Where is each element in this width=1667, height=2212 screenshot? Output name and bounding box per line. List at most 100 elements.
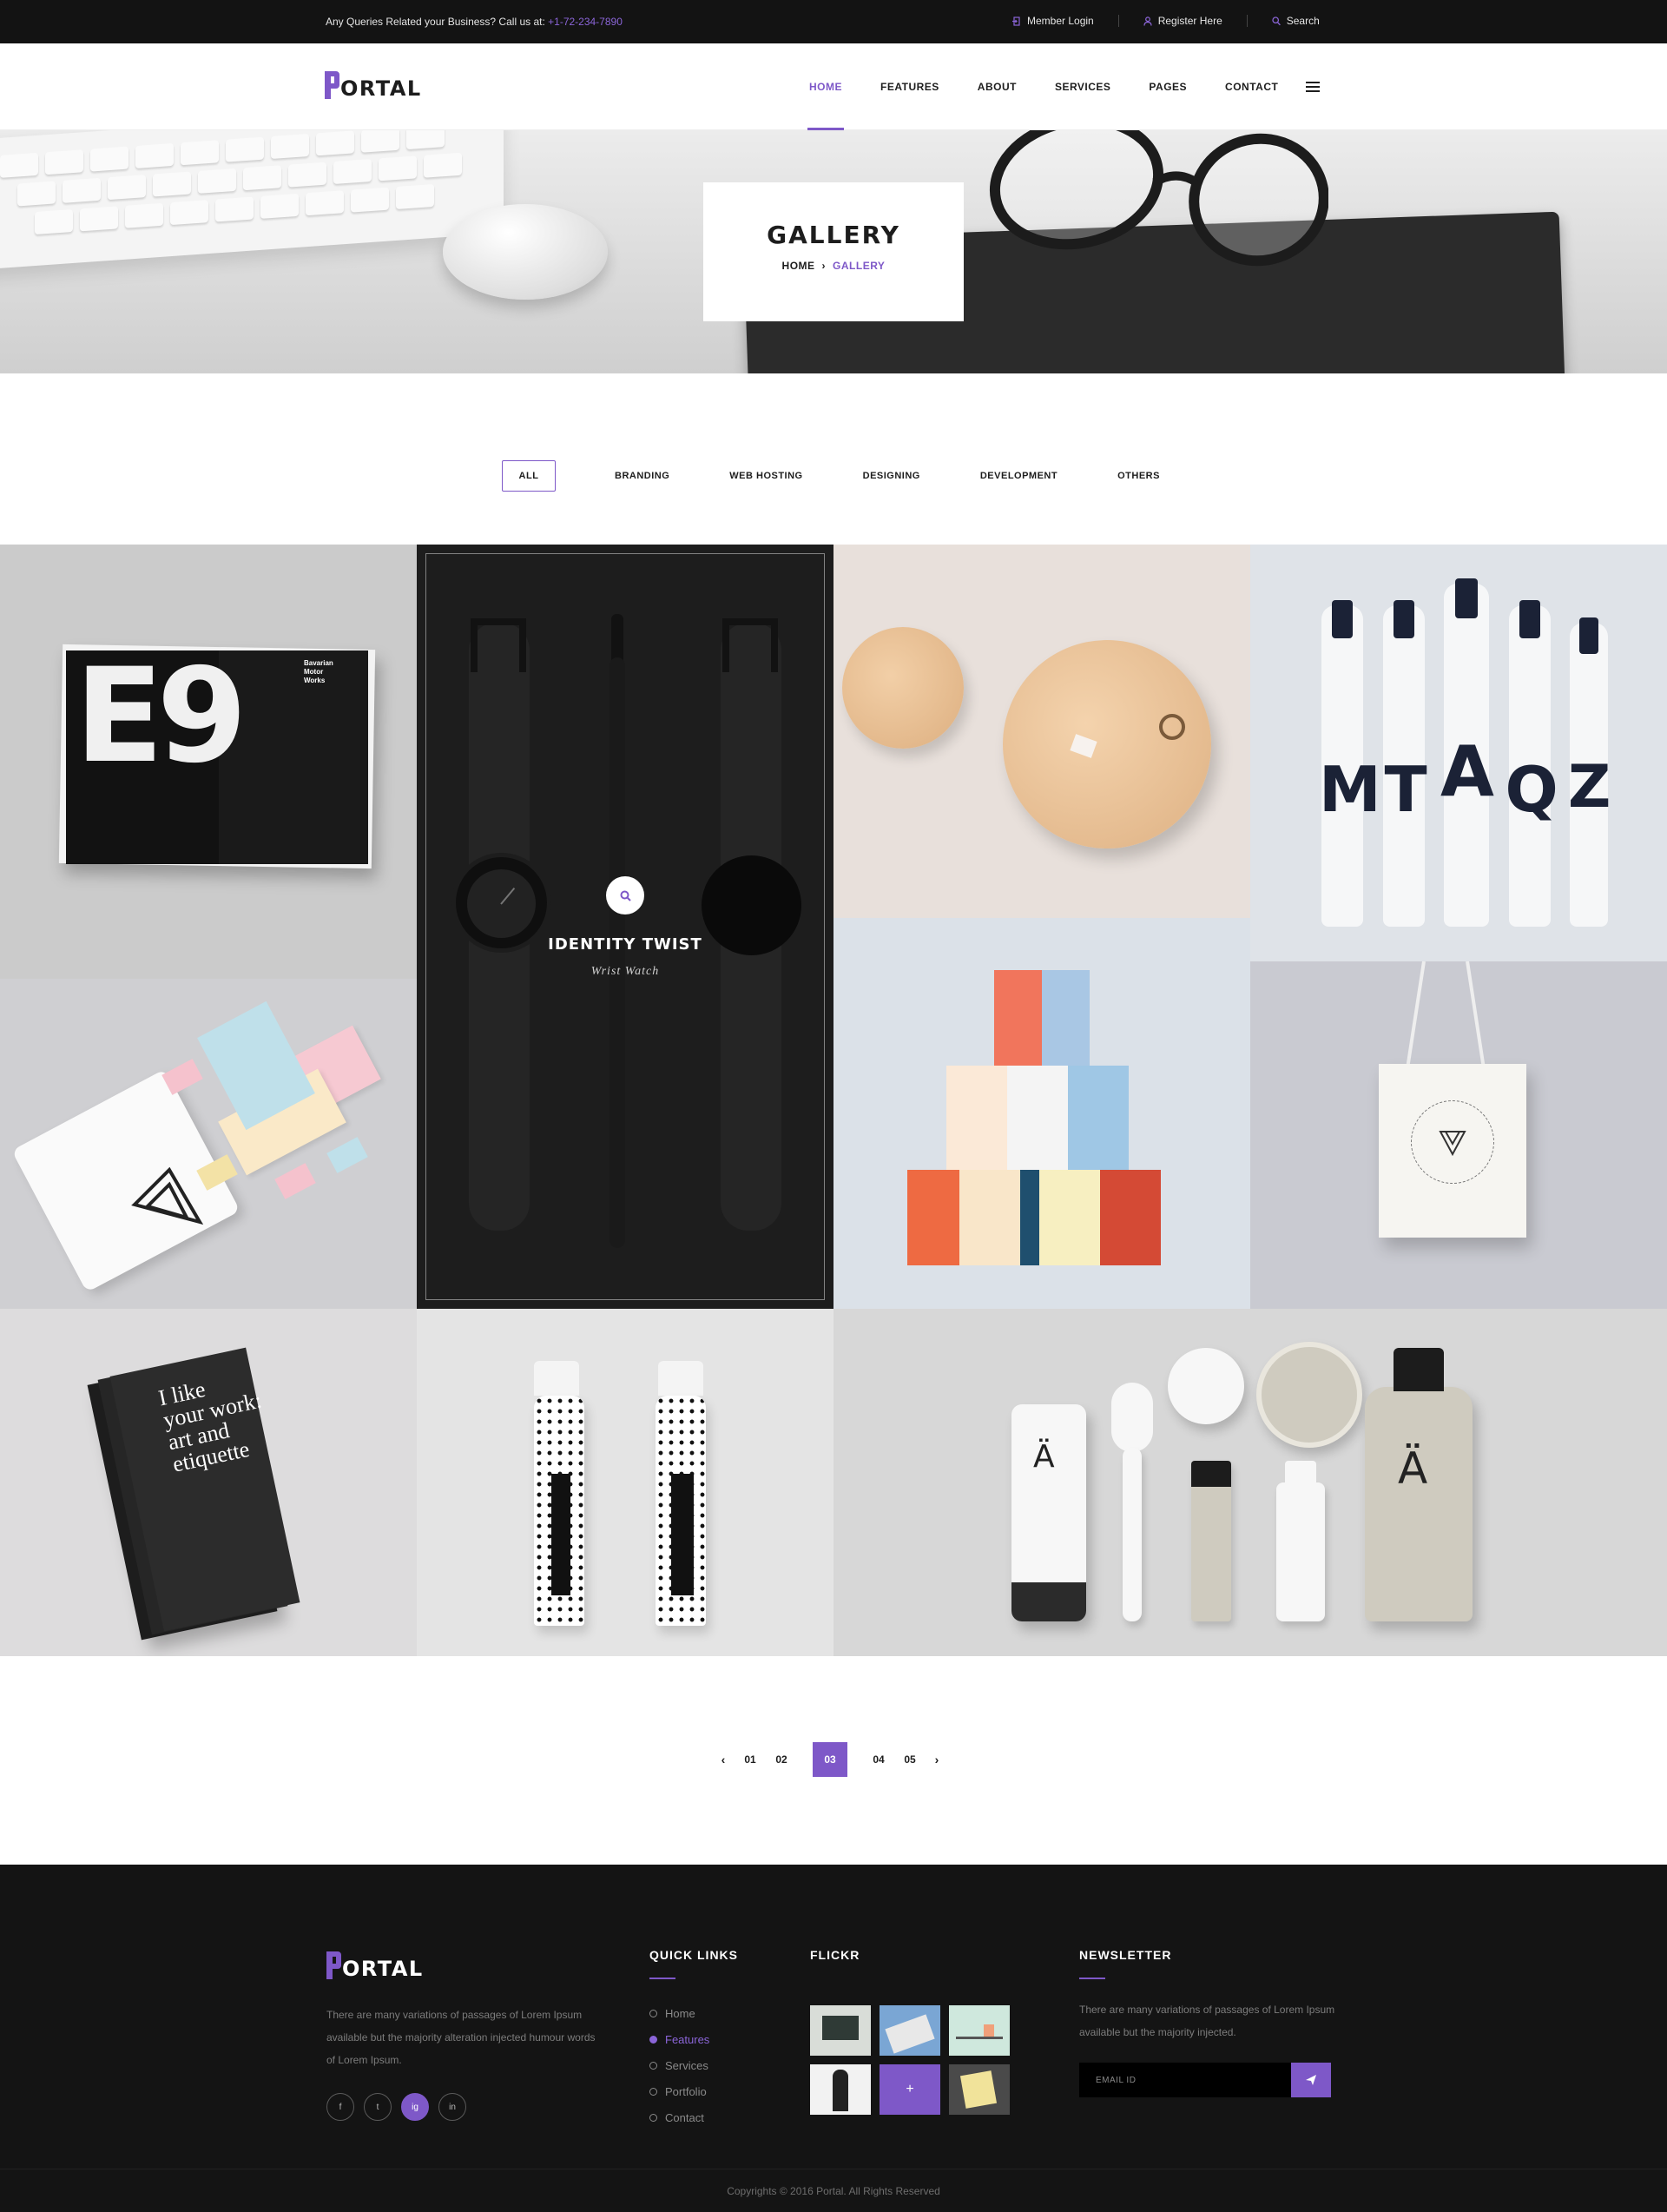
footer-about: There are many variations of passages of… xyxy=(326,2009,596,2066)
facebook-icon[interactable]: f xyxy=(326,2093,354,2121)
featured-title: IDENTITY TWIST xyxy=(548,935,702,954)
cosmetic-logo: Ä xyxy=(1033,1439,1055,1475)
title-underline xyxy=(649,1978,675,1979)
title-underline xyxy=(1079,1978,1105,1979)
main-nav: HOME FEATURES ABOUT SERVICES PAGES CONTA… xyxy=(790,43,1321,130)
filter-web-hosting[interactable]: WEB HOSTING xyxy=(729,460,802,492)
member-login-link[interactable]: Member Login xyxy=(1012,15,1094,27)
page-link-04[interactable]: 04 xyxy=(863,1742,894,1777)
search-link[interactable]: Search xyxy=(1272,15,1320,27)
bottles-row: M T A Q Z xyxy=(1319,578,1611,927)
book-side-text: Bavarian Motor Works xyxy=(304,659,333,684)
footer-link-home[interactable]: Home xyxy=(649,2000,709,2026)
gallery-item-brochures[interactable]: I like your work: art and etiquette xyxy=(0,1309,417,1656)
page-title: GALLERY xyxy=(767,221,900,249)
glasses-image xyxy=(989,130,1328,267)
instagram-icon[interactable]: ig xyxy=(401,2093,429,2121)
nav-contact[interactable]: CONTACT xyxy=(1206,43,1297,130)
newsletter-title: NEWSLETTER xyxy=(1079,1948,1172,1962)
breadcrumb: HOME › GALLERY xyxy=(703,260,964,272)
search-label: Search xyxy=(1286,15,1320,27)
twitter-icon[interactable]: t xyxy=(364,2093,392,2121)
hamburger-icon[interactable] xyxy=(1306,82,1321,92)
gallery-item-book[interactable]: E9 Bavarian Motor Works xyxy=(0,545,417,979)
top-links: Member Login Register Here Search xyxy=(1012,15,1320,27)
nav-services[interactable]: SERVICES xyxy=(1036,43,1130,130)
breadcrumb-current: GALLERY xyxy=(833,260,886,272)
mouse-image xyxy=(443,204,608,300)
flickr-thumb[interactable] xyxy=(880,2005,940,2056)
page-link-05[interactable]: 05 xyxy=(894,1742,926,1777)
flickr-thumb[interactable] xyxy=(810,2005,871,2056)
register-link[interactable]: Register Here xyxy=(1143,15,1222,27)
flickr-thumb[interactable] xyxy=(810,2064,871,2115)
filter-branding[interactable]: BRANDING xyxy=(615,460,669,492)
nav-features[interactable]: FEATURES xyxy=(861,43,959,130)
chevron-left-icon[interactable]: ‹ xyxy=(712,1753,735,1766)
logo-text: ORTAL xyxy=(340,76,422,101)
newsletter-form: EMAIL ID xyxy=(1079,2063,1331,2097)
nav-home[interactable]: HOME xyxy=(790,43,861,130)
logo[interactable]: ORTAL xyxy=(325,71,422,99)
filter-others[interactable]: OTHERS xyxy=(1117,460,1160,492)
paper-plane-icon[interactable] xyxy=(1291,2063,1331,2097)
footer-link-services[interactable]: Services xyxy=(649,2052,709,2078)
phone-link[interactable]: +1-72-234-7890 xyxy=(548,16,623,28)
filter-designing[interactable]: DESIGNING xyxy=(863,460,920,492)
logo-p-mark xyxy=(325,71,339,99)
social-links: f t ig in xyxy=(326,2093,466,2121)
query-text: Any Queries Related your Business? Call … xyxy=(326,16,545,28)
keyboard-image xyxy=(0,130,504,271)
footer-link-features[interactable]: Features xyxy=(649,2026,709,2052)
footer-link-portfolio[interactable]: Portfolio xyxy=(649,2078,709,2104)
divider xyxy=(1117,15,1119,27)
user-icon xyxy=(1143,16,1152,26)
page-link-03[interactable]: 03 xyxy=(813,1742,847,1777)
top-bar: Any Queries Related your Business? Call … xyxy=(0,0,1667,43)
search-icon[interactable] xyxy=(606,876,644,915)
chevron-right-icon[interactable]: › xyxy=(926,1753,948,1766)
featured-subtitle: Wrist Watch xyxy=(590,965,660,978)
site-footer: ORTAL There are many variations of passa… xyxy=(0,1865,1667,2212)
page-link-02[interactable]: 02 xyxy=(766,1742,797,1777)
nav-about[interactable]: ABOUT xyxy=(959,43,1036,130)
quick-links: Home Features Services Portfolio Contact xyxy=(649,2000,709,2130)
nav-pages[interactable]: PAGES xyxy=(1130,43,1206,130)
gallery-item-stationery[interactable] xyxy=(0,979,417,1309)
gallery-grid: E9 Bavarian Motor Works IDENTITY TWIST Wri… xyxy=(0,545,1667,1656)
flickr-thumb[interactable] xyxy=(949,2064,1010,2115)
footer-logo[interactable]: ORTAL xyxy=(326,1951,424,1979)
gallery-item-bottles[interactable]: M T A Q Z xyxy=(1250,545,1667,961)
filter-development[interactable]: DEVELOPMENT xyxy=(980,460,1058,492)
flickr-thumb[interactable] xyxy=(949,2005,1010,2056)
footer-logo-text: ORTAL xyxy=(342,1957,424,1981)
chevron-right-icon: › xyxy=(821,260,827,272)
linkedin-icon[interactable]: in xyxy=(438,2093,466,2121)
divider xyxy=(1246,15,1248,27)
site-header: ORTAL HOME FEATURES ABOUT SERVICES PAGES… xyxy=(0,43,1667,130)
cosmetic-logo: Ä xyxy=(1398,1443,1428,1494)
page-banner: GALLERY HOME › GALLERY xyxy=(0,130,1667,373)
gallery-item-cosmetics[interactable]: Ä Ä xyxy=(834,1309,1667,1656)
gallery-item-spotted-bottles[interactable] xyxy=(417,1309,834,1656)
gallery-item-tote[interactable] xyxy=(1250,961,1667,1309)
filter-all[interactable]: ALL xyxy=(502,460,556,492)
contact-query: Any Queries Related your Business? Call … xyxy=(326,16,623,28)
gallery-item-wood-plates[interactable] xyxy=(834,545,1250,918)
banner-title-box: GALLERY HOME › GALLERY xyxy=(703,182,964,321)
copyright: Copyrights © 2016 Portal. All Rights Res… xyxy=(0,2169,1667,2212)
gallery-filters: ALL BRANDING WEB HOSTING DESIGNING DEVEL… xyxy=(502,460,1160,492)
gallery-item-binders[interactable] xyxy=(834,918,1250,1309)
book-cover-text: E9 xyxy=(75,641,247,792)
page-link-01[interactable]: 01 xyxy=(735,1742,766,1777)
register-label: Register Here xyxy=(1157,15,1222,27)
footer-link-contact[interactable]: Contact xyxy=(649,2104,709,2130)
gallery-item-featured[interactable]: IDENTITY TWIST Wrist Watch xyxy=(417,545,834,1309)
logo-p-mark xyxy=(326,1951,341,1979)
flickr-title: FLICKR xyxy=(810,1948,860,1962)
email-field[interactable]: EMAIL ID xyxy=(1079,2063,1291,2097)
breadcrumb-home[interactable]: HOME xyxy=(782,260,815,272)
member-login-label: Member Login xyxy=(1027,15,1094,27)
flickr-thumb-active[interactable]: + xyxy=(880,2064,940,2115)
flickr-grid: + xyxy=(810,2005,1010,2115)
